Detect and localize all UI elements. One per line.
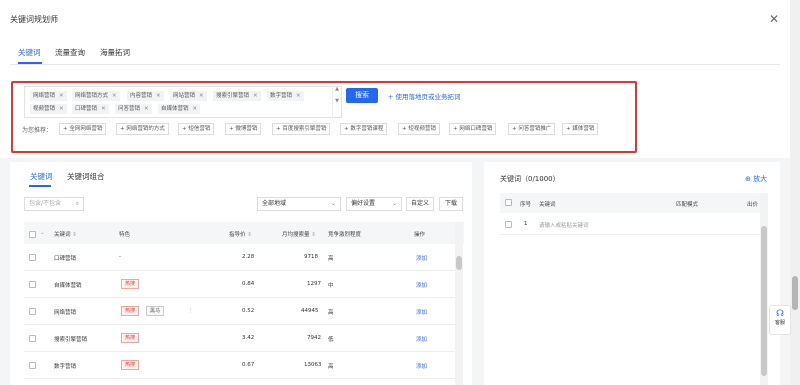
col-selected-keyword: 关键词 — [539, 202, 556, 208]
sort-icon: ⇕ — [72, 232, 77, 238]
col-action: 操作 — [414, 232, 426, 238]
more-features-icon[interactable]: ⋮ — [188, 308, 194, 314]
table-row: 自媒体营销 热搜 0.84 1297 中 添加 — [24, 271, 456, 298]
download-button[interactable]: 下载 — [439, 197, 463, 211]
col-bid-label: 指导价 — [229, 232, 246, 238]
page-scrollbar-thumb[interactable] — [792, 276, 798, 310]
row-checkbox[interactable] — [29, 362, 36, 369]
row-checkbox[interactable] — [29, 281, 36, 288]
select-all-checkbox[interactable] — [29, 231, 36, 238]
add-keyword-button[interactable]: 添加 — [416, 254, 427, 262]
pref-label: 偏好设置 — [351, 200, 376, 207]
zoom-icon: ⊕ — [745, 175, 751, 183]
dialog-title: 关键词规划师 — [10, 15, 58, 24]
row-checkbox[interactable] — [29, 335, 36, 342]
chevron-down-icon: ⌄ — [391, 200, 397, 207]
dark-horse-badge: 黑马 — [146, 306, 165, 316]
active-subtab-indicator — [29, 185, 51, 187]
row-keyword: 口碑营销 — [54, 256, 77, 262]
filter-placeholder: 包含/不包含 — [29, 200, 62, 207]
row-bid: 0.67 — [242, 362, 255, 368]
highlight-frame — [11, 81, 637, 153]
hot-search-badge: 热搜 — [121, 279, 140, 289]
hot-search-badge: 热搜 — [121, 306, 140, 316]
hot-search-badge: 热搜 — [121, 333, 140, 343]
row-competition: 高 — [328, 364, 334, 370]
row-competition: 中 — [328, 283, 334, 289]
customer-service-label: 客服 — [774, 320, 785, 326]
search-icon: ⌕ — [75, 200, 79, 207]
zoom-button[interactable]: ⊕ 放大 — [745, 174, 767, 184]
tab-mass-expand[interactable]: 海量拓词 — [100, 47, 130, 58]
col-keyword-label: 关键词 — [54, 232, 71, 238]
row-competition: 低 — [328, 337, 334, 343]
row-keyword: 数字营销 — [54, 364, 77, 370]
headset-icon: ☊ — [776, 309, 784, 319]
results-scrollbar-thumb[interactable] — [456, 256, 462, 270]
col-match-mode: 匹配模式 — [676, 202, 699, 208]
sort-icon: ⇕ — [247, 232, 252, 238]
chevron-down-icon: ⌄ — [330, 200, 336, 207]
col-volume-label: 月均搜索量 — [282, 232, 310, 238]
row-bid: 0.84 — [242, 281, 255, 287]
table-row: 搜索引擎营销 热搜 3.42 7942 低 添加 — [24, 325, 456, 352]
row-volume: 44945 — [301, 308, 319, 314]
col-selected-bid: 出价 — [747, 202, 759, 208]
col-bid[interactable]: 指导价 ⇕ — [229, 230, 252, 238]
row-keyword: 自媒体营销 — [54, 283, 82, 289]
row-checkbox[interactable] — [505, 221, 512, 228]
region-select-value: 全部地域 — [262, 200, 287, 207]
add-keyword-button[interactable]: 添加 — [416, 362, 427, 370]
row-bid: 0.52 — [242, 308, 255, 314]
row-keyword: 网络营销 — [54, 310, 77, 316]
preference-settings-button[interactable]: 偏好设置 ⌄ — [346, 197, 402, 211]
col-feature: 特色 — [119, 232, 131, 238]
page-scrollbar[interactable] — [790, 0, 800, 385]
selected-scrollbar-thumb[interactable] — [761, 226, 767, 376]
row-competition: 高 — [328, 256, 334, 262]
subtab-keyword-combos[interactable]: 关键词组合 — [67, 171, 105, 182]
tab-traffic-query[interactable]: 流量查询 — [55, 47, 85, 58]
row-volume: 9718 — [304, 254, 318, 260]
row-bid: 2.28 — [242, 254, 255, 260]
row-checkbox[interactable] — [29, 254, 36, 261]
results-scrollbar[interactable] — [455, 222, 463, 385]
row-volume: 7942 — [307, 335, 321, 341]
add-keyword-button[interactable]: 添加 — [416, 281, 427, 289]
close-icon[interactable]: ✕ — [769, 12, 779, 26]
col-index: 序号 — [520, 202, 532, 208]
tabs-divider — [10, 64, 780, 65]
chevron-down-icon[interactable]: ⌄ — [40, 230, 45, 236]
row-keyword: 搜索引擎营销 — [54, 337, 88, 343]
region-select[interactable]: 全部地域 ⌄ — [257, 197, 341, 211]
row-index: 1 — [524, 221, 528, 227]
sort-icon: ⇕ — [311, 232, 316, 238]
customer-service-button[interactable]: ☊ 客服 — [769, 305, 791, 335]
hot-search-badge: 热搜 — [121, 360, 140, 370]
row-feature: - — [119, 254, 121, 260]
table-row: 数字营销 热搜 0.67 13063 高 添加 — [24, 352, 456, 379]
col-volume[interactable]: 月均搜索量 ⇕ — [282, 230, 316, 238]
row-competition: 高 — [328, 310, 334, 316]
customize-columns-button[interactable]: 自定义 — [406, 197, 434, 211]
col-competition: 竞争激烈程度 — [328, 232, 362, 238]
row-volume: 13063 — [304, 362, 322, 368]
keyword-paste-input[interactable]: 请输入或粘贴关键词 — [539, 221, 589, 229]
col-keyword[interactable]: 关键词 ⇕ — [54, 230, 77, 238]
row-volume: 1297 — [307, 281, 321, 287]
subtab-keywords[interactable]: 关键词 — [30, 171, 53, 182]
row-checkbox[interactable] — [29, 308, 36, 315]
table-row: 口碑营销 - 2.28 9718 高 添加 — [24, 244, 456, 271]
include-exclude-filter[interactable]: 包含/不包含 ⌕ — [24, 197, 84, 211]
tab-keywords[interactable]: 关键词 — [18, 47, 41, 58]
selected-keywords-title: 关键词（0/1000） — [500, 175, 560, 183]
table-row: 网络营销 热搜 黑马 ⋮ 0.52 44945 高 添加 — [24, 298, 456, 325]
row-bid: 3.42 — [242, 335, 255, 341]
select-all-selected-checkbox[interactable] — [505, 199, 512, 206]
add-keyword-button[interactable]: 添加 — [416, 335, 427, 343]
zoom-label: 放大 — [753, 175, 768, 183]
add-keyword-button[interactable]: 添加 — [416, 308, 427, 316]
